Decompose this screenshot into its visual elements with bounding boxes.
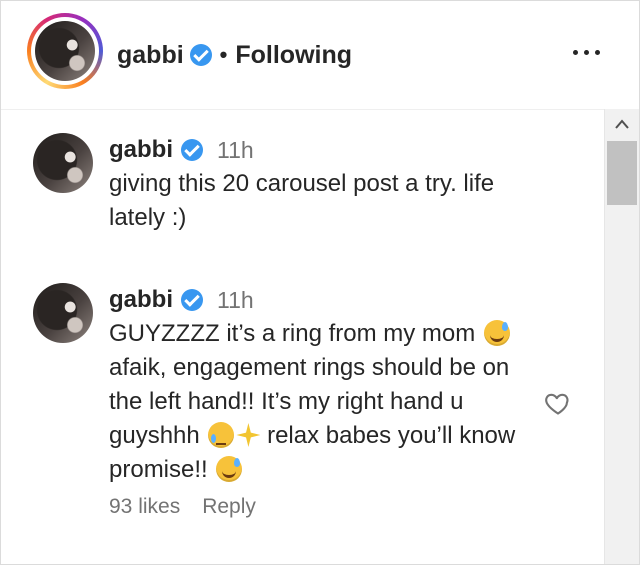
heart-outline-icon[interactable]	[543, 389, 573, 417]
separator-dot: •	[219, 42, 228, 67]
more-options-icon[interactable]	[569, 45, 603, 59]
story-ring[interactable]	[27, 13, 103, 89]
verified-badge-icon	[189, 44, 212, 66]
comment-username[interactable]: gabbi	[109, 136, 173, 164]
comment-text: GUYZZZZ it’s a ring from my mom afaik, e…	[109, 320, 516, 483]
likes-count[interactable]: 93 likes	[109, 495, 180, 519]
post-header: gabbi • Following	[1, 1, 639, 110]
grinning-sweat-emoji-icon	[216, 456, 243, 482]
following-button[interactable]: Following	[235, 41, 352, 70]
header-username[interactable]: gabbi	[117, 41, 184, 70]
sparkles-emoji-icon	[236, 423, 261, 447]
comment-actions: 93 likes Reply	[109, 495, 529, 519]
comment-username[interactable]: gabbi	[109, 286, 173, 314]
verified-badge-icon	[181, 289, 203, 311]
scroll-up-arrow-icon[interactable]	[605, 109, 639, 139]
comment-timestamp[interactable]: 11h	[217, 287, 254, 314]
reply-button[interactable]: Reply	[202, 495, 256, 519]
avatar[interactable]	[35, 21, 95, 81]
comment-timestamp[interactable]: 11h	[217, 137, 254, 164]
holding-back-tears-emoji-icon	[208, 422, 235, 448]
verified-badge-icon	[181, 139, 203, 161]
post-comments-panel: gabbi • Following gabbi 11h giving this …	[0, 0, 640, 565]
grinning-sweat-emoji-icon	[483, 320, 510, 346]
header-user-info: gabbi • Following	[117, 39, 352, 71]
scrollbar-thumb[interactable]	[607, 141, 637, 205]
avatar[interactable]	[33, 283, 93, 343]
scrollbar[interactable]	[604, 109, 639, 564]
comment-text: giving this 20 carousel post a try. life…	[109, 170, 495, 231]
avatar[interactable]	[33, 133, 93, 193]
